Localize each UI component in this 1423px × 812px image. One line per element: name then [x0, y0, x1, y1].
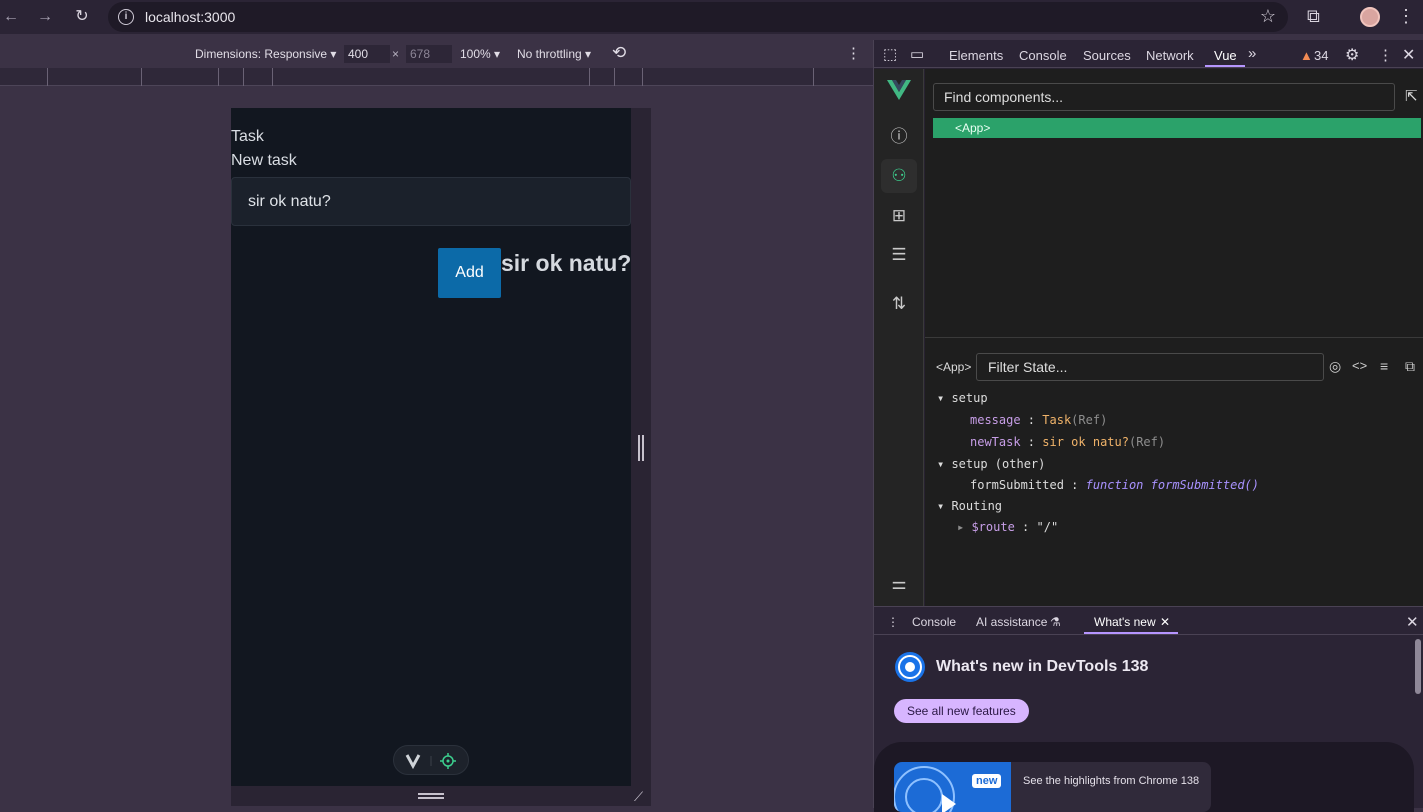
tab-network[interactable]: Network: [1146, 48, 1194, 63]
browser-menu-icon[interactable]: ⋮: [1397, 6, 1415, 27]
new-badge: new: [972, 774, 1002, 788]
vue-devtools-sidebar: ⓘ ⚇ ⊞ ☰ ⇅ ⚌: [874, 69, 924, 606]
bookmark-star-icon[interactable]: ☆: [1260, 6, 1276, 27]
zoom-dropdown[interactable]: 100% ▾: [460, 47, 500, 61]
device-toolbar-menu-icon[interactable]: ⋮: [846, 44, 861, 62]
add-button[interactable]: Add: [438, 248, 501, 298]
highlights-thumbnail: new: [894, 762, 1011, 812]
find-components-input[interactable]: Find components...: [933, 83, 1395, 111]
width-input[interactable]: 400: [344, 45, 390, 63]
extensions-icon[interactable]: ⧉: [1307, 6, 1320, 27]
chrome-devtools-logo-icon: [895, 652, 925, 682]
section-setup-other[interactable]: ▾ setup (other): [937, 457, 1045, 471]
more-tabs-icon[interactable]: »: [1248, 45, 1256, 62]
drawer-menu-icon[interactable]: ⋮: [887, 615, 899, 629]
emulated-viewport: Task New task sir ok natu? Add sir ok na…: [231, 108, 631, 786]
state-component-name: <App>: [936, 360, 972, 374]
highlights-video-link[interactable]: new See the highlights from Chrome 138: [894, 762, 1211, 812]
filter-state-input[interactable]: Filter State...: [976, 353, 1324, 381]
tab-vue[interactable]: Vue: [1214, 48, 1237, 63]
router-icon[interactable]: ⇅: [887, 292, 911, 316]
devtools-tab-bar: ⬚ ▭ Elements Console Sources Network Vue…: [874, 40, 1423, 68]
throttling-dropdown[interactable]: No throttling ▾: [517, 47, 591, 61]
device-toolbar: Dimensions: Responsive ▾ 400 × 678 100% …: [0, 40, 873, 68]
close-drawer-icon[interactable]: ✕: [1406, 613, 1419, 631]
drawer-tab-console[interactable]: Console: [912, 615, 956, 629]
profile-avatar[interactable]: [1360, 7, 1380, 27]
active-drawer-tab-indicator: [1084, 632, 1178, 634]
inspect-element-icon[interactable]: ⬚: [883, 45, 897, 63]
forward-arrow-icon[interactable]: →: [34, 6, 56, 28]
settings-gear-icon[interactable]: ⚙: [1345, 45, 1359, 65]
vue-logo-icon: [887, 80, 911, 100]
tab-console[interactable]: Console: [1019, 48, 1067, 63]
rotate-icon[interactable]: ⟲: [612, 43, 626, 63]
drawer-tab-bar: ⋮ Console AI assistance ⚗ What's new ✕ ✕: [874, 607, 1423, 635]
browser-toolbar: ← → ↻ i localhost:3000 ☆ ⧉ ⋮: [0, 0, 1423, 34]
tab-sources[interactable]: Sources: [1083, 48, 1131, 63]
scroll-to-component-icon[interactable]: ◎: [1329, 358, 1341, 375]
highlights-text: See the highlights from Chrome 138: [1023, 775, 1200, 787]
timeline-icon[interactable]: ☰: [887, 243, 911, 267]
height-resize-handle[interactable]: [418, 793, 444, 799]
flask-icon: ⚗: [1050, 615, 1061, 629]
media-query-ruler[interactable]: [0, 68, 873, 86]
issues-count[interactable]: 34: [1314, 48, 1328, 63]
open-in-editor-icon[interactable]: ⧉: [1405, 358, 1415, 375]
address-bar[interactable]: i localhost:3000 ☆: [108, 2, 1288, 32]
panel-divider[interactable]: [925, 337, 1423, 338]
width-resize-handle[interactable]: [638, 435, 644, 461]
back-arrow-icon[interactable]: ←: [0, 6, 22, 28]
dimensions-dropdown[interactable]: Dimensions: Responsive ▾: [195, 47, 336, 61]
drawer-tab-ai-assistance[interactable]: AI assistance: [976, 615, 1047, 629]
settings-sliders-icon[interactable]: ⚌: [887, 572, 911, 596]
section-setup[interactable]: ▾ setup: [937, 391, 988, 405]
state-row-formsubmitted[interactable]: formSubmitted : function formSubmitted(): [970, 478, 1259, 492]
active-tab-indicator: [1205, 65, 1245, 67]
component-tree-item-app[interactable]: <App>: [933, 118, 1421, 138]
vue-logo-icon: [405, 754, 432, 770]
show-source-icon[interactable]: <>: [1352, 358, 1367, 373]
vue-devtools-main: Find components... ⇱ <App> <App> Filter …: [925, 69, 1423, 606]
state-row-newtask[interactable]: newTask : sir ok natu?(Ref): [970, 435, 1165, 449]
site-info-icon[interactable]: i: [118, 9, 134, 25]
inspect-dom-icon[interactable]: ≡: [1380, 358, 1388, 374]
select-component-icon[interactable]: ⇱: [1405, 87, 1418, 105]
height-input[interactable]: 678: [406, 45, 452, 63]
devtools-drawer: ⋮ Console AI assistance ⚗ What's new ✕ ✕…: [873, 606, 1423, 812]
drawer-tab-whats-new[interactable]: What's new: [1094, 615, 1156, 629]
see-all-features-button[interactable]: See all new features: [894, 699, 1029, 723]
devtools-menu-icon[interactable]: ⋮: [1378, 46, 1393, 64]
url-text[interactable]: localhost:3000: [145, 9, 235, 25]
whats-new-title: What's new in DevTools 138: [936, 658, 1149, 675]
new-task-label: New task: [231, 152, 297, 169]
info-icon[interactable]: ⓘ: [887, 125, 911, 149]
reload-icon[interactable]: ↻: [71, 6, 93, 28]
dimension-separator: ×: [392, 47, 400, 61]
close-tab-icon[interactable]: ✕: [1160, 615, 1170, 629]
tab-elements[interactable]: Elements: [949, 48, 1003, 63]
new-task-input[interactable]: sir ok natu?: [231, 177, 631, 226]
close-devtools-icon[interactable]: ✕: [1402, 45, 1415, 65]
corner-resize-icon[interactable]: ⟋: [634, 789, 643, 805]
state-row-message[interactable]: message : Task(Ref): [970, 413, 1107, 427]
device-toggle-icon[interactable]: ▭: [910, 45, 924, 63]
components-icon[interactable]: ⚇: [887, 164, 911, 188]
state-row-route[interactable]: ▸ $route : "/": [957, 520, 1058, 534]
highlights-card: new See the highlights from Chrome 138: [874, 742, 1414, 812]
message-text: Task: [231, 128, 264, 145]
section-routing[interactable]: ▾ Routing: [937, 499, 1002, 513]
warning-icon[interactable]: ▲: [1300, 48, 1313, 63]
drawer-scrollbar[interactable]: [1415, 639, 1421, 694]
component-tree-icon[interactable]: ⊞: [887, 204, 911, 228]
vue-devtools-floating-pill[interactable]: [393, 745, 469, 775]
target-icon[interactable]: [440, 753, 456, 769]
task-echo-heading: sir ok natu?: [501, 250, 631, 276]
